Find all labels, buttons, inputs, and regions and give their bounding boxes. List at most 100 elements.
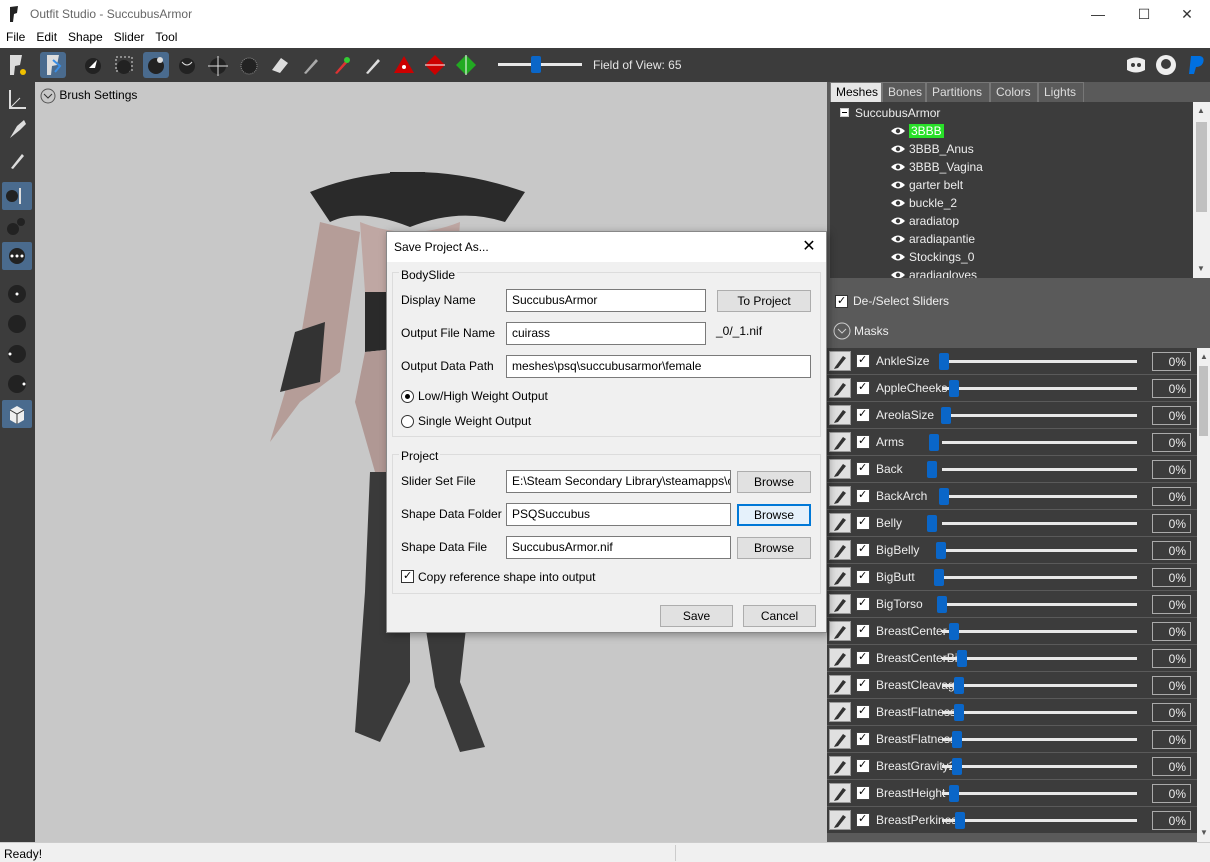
mesh-item[interactable]: 3BBB_Vagina — [890, 158, 983, 176]
dialog-close-button[interactable]: ✕ — [798, 236, 820, 258]
slider-track[interactable] — [942, 387, 1137, 390]
slider-track[interactable] — [942, 792, 1137, 795]
view-left-icon[interactable] — [2, 340, 32, 368]
slider-track[interactable] — [942, 495, 1137, 498]
slider-checkbox[interactable]: ✓ — [856, 651, 870, 665]
pivot-icon[interactable] — [2, 116, 32, 144]
mesh-item[interactable]: Stockings_0 — [890, 248, 974, 266]
collapse-icon[interactable] — [840, 108, 849, 117]
slider-track[interactable] — [942, 738, 1137, 741]
close-button[interactable]: ✕ — [1164, 0, 1210, 28]
slider-value[interactable]: 0% — [1152, 379, 1191, 398]
slider-checkbox[interactable]: ✓ — [856, 624, 870, 638]
mesh-item[interactable]: aradiatop — [890, 212, 959, 230]
brush-settings-toggle[interactable]: Brush Settings — [40, 88, 137, 104]
eye-icon[interactable] — [890, 180, 906, 190]
eye-icon[interactable] — [890, 126, 906, 136]
edit-pencil-icon[interactable] — [829, 594, 851, 614]
brush-strength-icon[interactable] — [2, 212, 32, 240]
deselect-sliders-checkbox[interactable]: ✓ — [835, 294, 848, 308]
eye-icon[interactable] — [890, 162, 906, 172]
single-weight-radio[interactable] — [401, 415, 414, 428]
smooth-brush-icon[interactable] — [236, 52, 262, 78]
shape-file-browse-button[interactable]: Browse — [737, 537, 811, 559]
eye-icon[interactable] — [890, 198, 906, 208]
edit-pencil-icon[interactable] — [829, 405, 851, 425]
tree-root[interactable]: SuccubusArmor — [855, 106, 940, 120]
eraser-brush-icon[interactable] — [267, 52, 293, 78]
slider-checkbox[interactable]: ✓ — [856, 462, 870, 476]
mesh-item[interactable]: aradiapantie — [890, 230, 975, 248]
slider-checkbox[interactable]: ✓ — [856, 381, 870, 395]
weight-brush-icon[interactable] — [298, 52, 324, 78]
slider-value[interactable]: 0% — [1152, 622, 1191, 641]
tab-colors[interactable]: Colors — [990, 82, 1038, 102]
view-right-icon[interactable] — [2, 370, 32, 398]
slider-thumb[interactable] — [954, 677, 964, 694]
slider-thumb[interactable] — [949, 380, 959, 397]
menu-edit[interactable]: Edit — [30, 28, 62, 44]
mesh-item[interactable]: 3BBB — [890, 122, 944, 140]
slider-value[interactable]: 0% — [1152, 541, 1191, 560]
tab-bones[interactable]: Bones — [882, 82, 926, 102]
slider-track[interactable] — [942, 522, 1137, 525]
slider-track[interactable] — [942, 468, 1137, 471]
mesh-item[interactable]: aradiagloves — [890, 266, 977, 278]
slider-track[interactable] — [942, 576, 1137, 579]
edit-pencil-icon[interactable] — [829, 351, 851, 371]
slider-value[interactable]: 0% — [1152, 676, 1191, 695]
slider-thumb[interactable] — [952, 731, 962, 748]
github-icon[interactable] — [1153, 52, 1179, 78]
slider-thumb[interactable] — [934, 569, 944, 586]
brush-size-icon[interactable] — [2, 182, 32, 210]
slider-value[interactable]: 0% — [1152, 433, 1191, 452]
vertex-edit-icon[interactable] — [2, 146, 32, 174]
paypal-icon[interactable] — [1183, 52, 1209, 78]
shape-file-field[interactable]: SuccubusArmor.nif — [506, 536, 731, 559]
sliders-scrollbar[interactable]: ▲ ▼ — [1197, 348, 1210, 842]
slider-checkbox[interactable]: ✓ — [856, 516, 870, 530]
view-back-icon[interactable] — [2, 310, 32, 338]
slider-value[interactable]: 0% — [1152, 352, 1191, 371]
outfit-mode-icon[interactable] — [40, 52, 66, 78]
slider-checkbox[interactable]: ✓ — [856, 597, 870, 611]
edit-pencil-icon[interactable] — [829, 432, 851, 452]
discord-icon[interactable] — [1123, 52, 1149, 78]
flip-edge-icon[interactable] — [422, 52, 448, 78]
select-brush-icon[interactable] — [80, 52, 106, 78]
slider-value[interactable]: 0% — [1152, 460, 1191, 479]
slider-thumb[interactable] — [936, 542, 946, 559]
tab-meshes[interactable]: Meshes — [830, 82, 882, 102]
slider-thumb[interactable] — [927, 515, 937, 532]
slider-thumb[interactable] — [939, 488, 949, 505]
slider-track[interactable] — [942, 414, 1137, 417]
move-brush-icon[interactable] — [205, 52, 231, 78]
slider-track[interactable] — [942, 819, 1137, 822]
save-button[interactable]: Save — [660, 605, 733, 627]
slider-value[interactable]: 0% — [1152, 406, 1191, 425]
split-edge-icon[interactable] — [453, 52, 479, 78]
slider-track[interactable] — [942, 657, 1137, 660]
lowhigh-radio[interactable] — [401, 390, 414, 403]
edit-pencil-icon[interactable] — [829, 729, 851, 749]
slider-thumb[interactable] — [955, 812, 965, 829]
edit-pencil-icon[interactable] — [829, 810, 851, 830]
shape-folder-browse-button[interactable]: Browse — [737, 504, 811, 526]
view-perspective-icon[interactable] — [2, 400, 32, 428]
edit-pencil-icon[interactable] — [829, 567, 851, 587]
copy-reference-checkbox[interactable]: ✓ — [401, 570, 414, 583]
slider-checkbox[interactable]: ✓ — [856, 759, 870, 773]
alpha-brush-icon[interactable] — [360, 52, 386, 78]
color-brush-icon[interactable] — [329, 52, 355, 78]
menu-slider[interactable]: Slider — [108, 28, 150, 44]
slider-value[interactable]: 0% — [1152, 649, 1191, 668]
slider-track[interactable] — [942, 360, 1137, 363]
view-front-icon[interactable] — [2, 280, 32, 308]
mesh-item[interactable]: buckle_2 — [890, 194, 957, 212]
slider-track[interactable] — [942, 630, 1137, 633]
fov-slider-thumb[interactable] — [531, 56, 541, 73]
tree-scrollbar[interactable]: ▲ ▼ — [1193, 102, 1210, 278]
edit-pencil-icon[interactable] — [829, 378, 851, 398]
slider-value[interactable]: 0% — [1152, 757, 1191, 776]
slider-thumb[interactable] — [941, 407, 951, 424]
